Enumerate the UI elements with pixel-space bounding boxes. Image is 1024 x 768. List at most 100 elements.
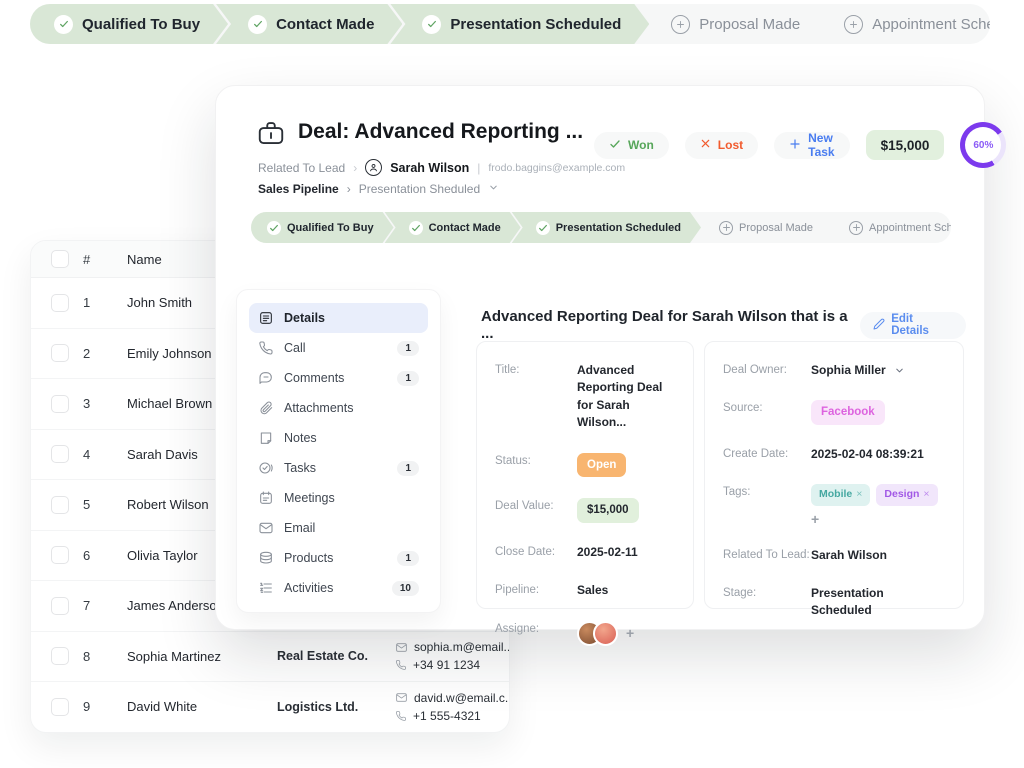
lead-breadcrumb: Related To Lead › Sarah Wilson | frodo.b… xyxy=(258,159,625,176)
row-checkbox-cell xyxy=(31,294,83,312)
chevron-right-icon: › xyxy=(347,182,351,196)
plus-circle-icon xyxy=(844,15,863,34)
row-checkbox[interactable] xyxy=(51,496,69,514)
sidebar-item-details[interactable]: Details xyxy=(249,303,428,333)
plus-circle-icon xyxy=(849,221,863,235)
phone-icon xyxy=(395,710,407,722)
field-label: Source: xyxy=(723,400,811,414)
row-checkbox[interactable] xyxy=(51,647,69,665)
sidebar-item-notes[interactable]: Notes xyxy=(249,423,428,453)
sidebar-item-label: Tasks xyxy=(284,461,316,475)
field-title: Title:Advanced Reporting Deal for Sarah … xyxy=(495,362,675,432)
field-assigne: Assigne: + xyxy=(495,621,675,646)
check-icon xyxy=(248,15,267,34)
field-value: 2025-02-11 xyxy=(577,544,638,561)
row-number: 2 xyxy=(83,346,127,361)
pipeline-stage-presentation-scheduled[interactable]: Presentation Scheduled xyxy=(512,212,701,243)
count-badge: 1 xyxy=(397,341,419,356)
call-icon xyxy=(258,340,274,356)
table-row[interactable]: 9David WhiteLogistics Ltd.david.w@email.… xyxy=(31,682,509,733)
sidebar-item-label: Details xyxy=(284,311,325,325)
edit-details-button[interactable]: Edit Details xyxy=(860,312,966,339)
lost-button[interactable]: Lost xyxy=(685,132,758,159)
sidebar-item-attachments[interactable]: Attachments xyxy=(249,393,428,423)
remove-tag-icon[interactable]: × xyxy=(923,488,929,500)
sidebar-item-email[interactable]: Email xyxy=(249,513,428,543)
lost-label: Lost xyxy=(718,138,743,152)
badge-15-000: $15,000 xyxy=(577,498,639,523)
check-icon xyxy=(536,221,550,235)
table-row[interactable]: 8Sophia MartinezReal Estate Co.sophia.m@… xyxy=(31,632,509,683)
count-badge: 1 xyxy=(397,551,419,566)
row-checkbox[interactable] xyxy=(51,546,69,564)
crm-screen: Qualified To BuyContact MadePresentation… xyxy=(0,0,1024,768)
add-assignee-button[interactable]: + xyxy=(626,626,634,640)
row-checkbox[interactable] xyxy=(51,344,69,362)
new-task-button[interactable]: New Task xyxy=(774,132,849,159)
stage-label: Appointment Scheduled xyxy=(872,16,990,33)
sidebar-item-activities[interactable]: Activities10 xyxy=(249,573,428,603)
field-close-date: Close Date:2025-02-11 xyxy=(495,544,675,561)
stage-label: Contact Made xyxy=(429,222,501,234)
deal-owner-dropdown[interactable]: Sophia Miller xyxy=(811,362,905,379)
field-value: Facebook xyxy=(811,400,885,425)
company-name: Real Estate Co. xyxy=(277,649,395,663)
row-checkbox[interactable] xyxy=(51,294,69,312)
plus-circle-icon xyxy=(719,221,733,235)
row-number: 6 xyxy=(83,548,127,563)
field-value: Sarah Wilson xyxy=(811,547,887,564)
phone-icon xyxy=(395,659,407,671)
email-line: david.w@email.c... xyxy=(395,691,510,705)
sidebar-item-call[interactable]: Call1 xyxy=(249,333,428,363)
sidebar-item-label: Meetings xyxy=(284,491,335,505)
sidebar-item-tasks[interactable]: Tasks1 xyxy=(249,453,428,483)
lead-name-link[interactable]: Sarah Wilson xyxy=(390,161,469,175)
row-checkbox-cell xyxy=(31,496,83,514)
tag-mobile[interactable]: Mobile× xyxy=(811,484,870,505)
add-tag-button[interactable]: + xyxy=(811,512,819,526)
stage-label: Qualified To Buy xyxy=(287,222,374,234)
pipeline-stage-qualified-to-buy[interactable]: Qualified To Buy xyxy=(30,4,228,44)
pipeline-stage-contact-made[interactable]: Contact Made xyxy=(216,4,402,44)
deal-title: Deal: Advanced Reporting ... xyxy=(298,120,583,144)
x-icon xyxy=(700,138,711,152)
field-create-date: Create Date:2025-02-04 08:39:21 xyxy=(723,446,945,463)
check-icon xyxy=(422,15,441,34)
chevron-down-icon[interactable] xyxy=(488,182,499,196)
sidebar-item-label: Attachments xyxy=(284,401,353,415)
sidebar-item-label: Activities xyxy=(284,581,333,595)
stage-name[interactable]: Presentation Sheduled xyxy=(359,182,480,196)
pipeline-stage-presentation-scheduled[interactable]: Presentation Scheduled xyxy=(390,4,649,44)
won-button[interactable]: Won xyxy=(594,132,669,159)
pipeline-stage-appointment-scheduled[interactable]: Appointment Scheduled xyxy=(822,4,990,44)
field-deal-owner: Deal Owner:Sophia Miller xyxy=(723,362,945,379)
pipeline-stage-proposal-made[interactable]: Proposal Made xyxy=(649,4,822,44)
sidebar-item-products[interactable]: Products1 xyxy=(249,543,428,573)
select-all-checkbox[interactable] xyxy=(51,250,69,268)
header-checkbox-cell xyxy=(31,250,83,268)
content-header: Advanced Reporting Deal for Sarah Wilson… xyxy=(481,308,966,342)
pipeline-stage-proposal-made[interactable]: Proposal Made xyxy=(701,212,831,243)
row-checkbox[interactable] xyxy=(51,445,69,463)
field-label: Title: xyxy=(495,362,577,376)
row-checkbox[interactable] xyxy=(51,597,69,615)
lead-avatar-icon xyxy=(365,159,382,176)
field-status: Status:Open xyxy=(495,453,675,478)
contact-name: David White xyxy=(127,699,277,714)
field-deal-value: Deal Value:$15,000 xyxy=(495,498,675,523)
row-checkbox-cell xyxy=(31,395,83,413)
field-label: Assigne: xyxy=(495,621,577,635)
sidebar-item-comments[interactable]: Comments1 xyxy=(249,363,428,393)
sidebar-item-meetings[interactable]: Meetings xyxy=(249,483,428,513)
pipeline-stage-contact-made[interactable]: Contact Made xyxy=(385,212,521,243)
remove-tag-icon[interactable]: × xyxy=(856,488,862,500)
pipeline-stage-qualified-to-buy[interactable]: Qualified To Buy xyxy=(251,212,394,243)
pipeline-stage-appointment-scheduled[interactable]: Appointment Scheduled xyxy=(831,212,951,243)
row-checkbox[interactable] xyxy=(51,395,69,413)
deal-sidebar: DetailsCall1Comments1AttachmentsNotesTas… xyxy=(236,289,441,613)
contact-info: sophia.m@email....+34 91 1234 xyxy=(395,640,510,672)
row-checkbox[interactable] xyxy=(51,698,69,716)
tag-design[interactable]: Design× xyxy=(876,484,937,505)
field-value: Sales xyxy=(577,582,608,599)
row-number: 3 xyxy=(83,396,127,411)
